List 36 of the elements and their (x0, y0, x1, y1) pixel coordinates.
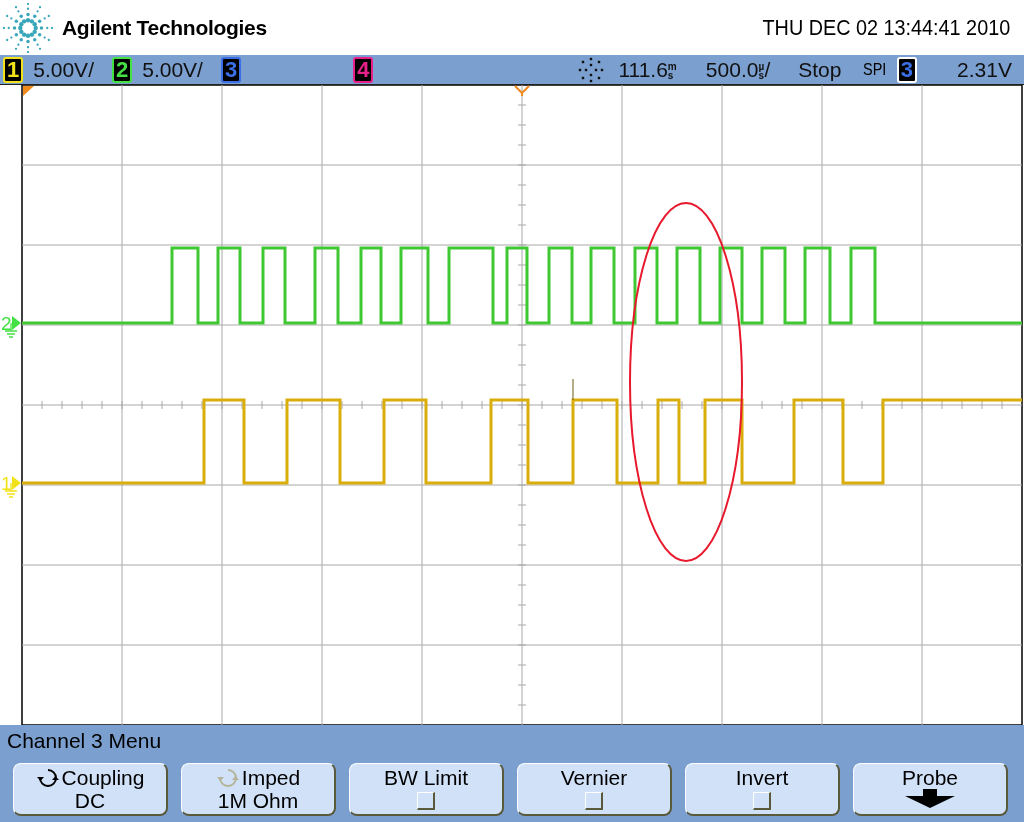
ground-symbol-icon (4, 476, 21, 498)
ground-marker-label: 1 (1, 473, 12, 494)
volts-per-div: 5.00V/ (33, 57, 94, 82)
softkey-button[interactable]: BW Limit (349, 763, 504, 816)
ground-marker-label: 2 (1, 313, 12, 334)
trigger-type: SPI (863, 59, 887, 80)
checkbox[interactable] (417, 792, 435, 810)
softkey-label: BW Limit (384, 766, 468, 789)
time-reference-icon (514, 85, 530, 97)
softkey-label: Invert (735, 766, 789, 789)
softkey-value: DC (74, 789, 106, 812)
down-arrow-icon (905, 789, 955, 809)
softkey-button[interactable]: Probe (853, 763, 1008, 816)
brand-name: Agilent Technologies (62, 15, 267, 40)
softkey-button[interactable]: Invert (685, 763, 840, 816)
channel-number-badge[interactable]: 1 (3, 56, 24, 83)
volts-per-div: 5.00V/ (142, 57, 203, 82)
checkbox[interactable] (753, 792, 771, 810)
softkey-value: 1M Ohm (217, 789, 299, 812)
softkey-label: Vernier (560, 766, 628, 789)
softkey-label: Imped (241, 766, 301, 789)
softkey-button[interactable]: Vernier (517, 763, 672, 816)
channel-number-badge[interactable]: 2 (111, 56, 133, 83)
softkey-label: Probe (901, 766, 958, 789)
trigger-level: 2.31V (957, 57, 1012, 82)
softkey-label: Coupling (61, 766, 145, 789)
ground-symbol-icon (4, 316, 21, 338)
starburst-logo-icon (2, 2, 54, 53)
softkey-button[interactable]: Coupling DC (13, 763, 168, 816)
run-state: Stop (798, 57, 842, 82)
channel-number-badge[interactable]: 3 (220, 56, 242, 83)
trigger-source-badge[interactable]: 3 (896, 56, 918, 83)
channel-number-badge[interactable]: 4 (353, 56, 374, 83)
date-time: THU DEC 02 13:44:41 2010 (762, 14, 1010, 41)
menu-title: Channel 3 Menu (6, 728, 163, 754)
checkbox[interactable] (585, 792, 603, 810)
